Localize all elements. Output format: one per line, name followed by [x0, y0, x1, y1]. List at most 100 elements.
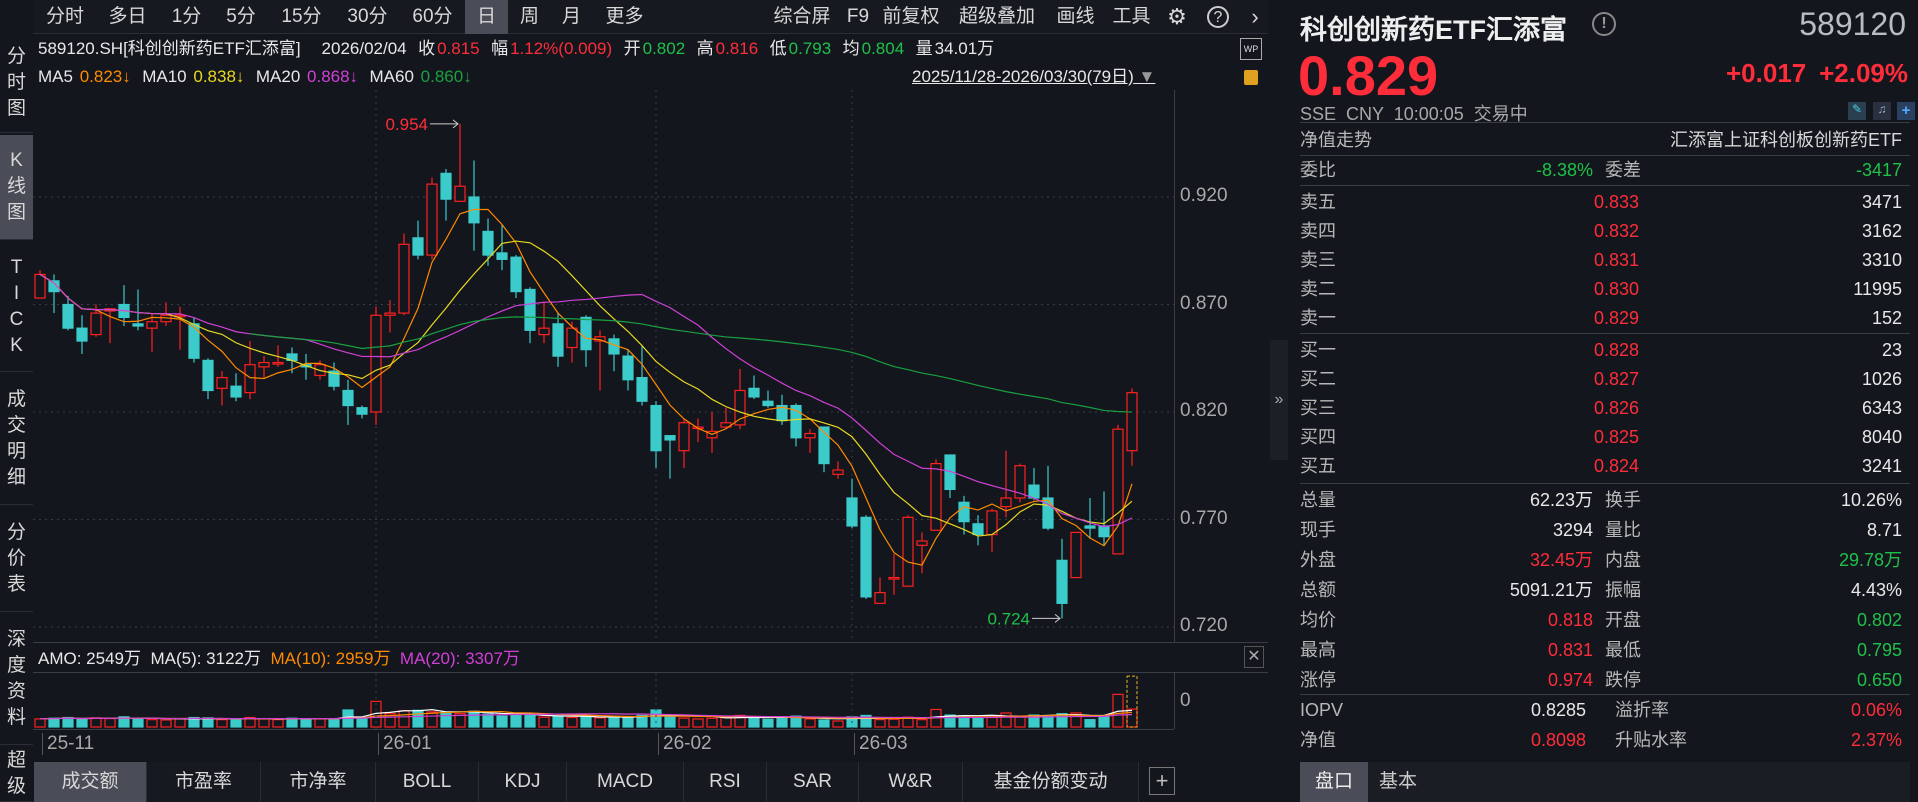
- indicator-tab-9[interactable]: 基金份额变动: [963, 762, 1139, 802]
- stat-value: 3294: [1552, 520, 1593, 540]
- level-price: 0.824: [1593, 456, 1639, 476]
- amount-bar: [328, 718, 340, 728]
- candle-body: [832, 469, 844, 475]
- bid-row[interactable]: 买五 0.824 3241: [1290, 452, 1918, 481]
- bid-row[interactable]: 买四 0.825 8040: [1290, 423, 1918, 452]
- gear-icon[interactable]: ⚙: [1159, 0, 1195, 34]
- period-6[interactable]: 60分: [400, 0, 465, 34]
- level-label: 买三: [1300, 398, 1336, 418]
- sidebar-tab-6[interactable]: 超级: [0, 747, 33, 802]
- sidebar-char: 分: [6, 521, 26, 543]
- candle-body: [1126, 392, 1138, 452]
- bell-icon[interactable]: ♫: [1873, 102, 1891, 120]
- sidebar-tab-5[interactable]: 深度资料: [0, 613, 33, 745]
- period-4[interactable]: 15分: [268, 0, 335, 34]
- indicator-tab-0[interactable]: 成交额: [34, 762, 147, 802]
- period-3[interactable]: 5分: [214, 0, 268, 34]
- wp-icon[interactable]: WP: [1240, 38, 1262, 60]
- sidebar-tab-1[interactable]: K线图: [0, 135, 33, 240]
- date-range-selector[interactable]: 2025/11/28-2026/03/30(79日) ▼: [912, 64, 1155, 90]
- ask-row[interactable]: 卖三 0.831 3310: [1290, 246, 1918, 275]
- date-tick-label: 26-02: [658, 733, 712, 755]
- candle-body: [636, 377, 648, 402]
- indicator-tab-6[interactable]: RSI: [684, 762, 767, 802]
- period-1[interactable]: 多日: [96, 0, 159, 34]
- ask-row[interactable]: 卖一 0.829 152: [1290, 304, 1918, 333]
- indicator-tab-1[interactable]: 市盈率: [147, 762, 261, 802]
- candle-body: [916, 540, 928, 546]
- close-indicator-button[interactable]: ✕: [1244, 646, 1264, 668]
- candle-body: [132, 323, 144, 327]
- tool-0[interactable]: 综合屏: [763, 0, 841, 34]
- period-8[interactable]: 周: [508, 0, 551, 34]
- add-watchlist-icon[interactable]: +: [1897, 102, 1915, 120]
- level-volume: 3310: [1861, 250, 1902, 270]
- info-icon[interactable]: !: [1592, 12, 1616, 36]
- bid-row[interactable]: 买三 0.826 6343: [1290, 394, 1918, 423]
- tab-pankou[interactable]: 盘口: [1300, 762, 1368, 802]
- period-9[interactable]: 月: [551, 0, 592, 34]
- sidebar-char: 深: [6, 628, 26, 650]
- indicator-tab-7[interactable]: SAR: [767, 762, 859, 802]
- ma5-label: MA5: [38, 67, 73, 86]
- sidebar-tab-2[interactable]: TICK: [0, 242, 33, 372]
- collapse-panel-handle[interactable]: »: [1270, 340, 1288, 460]
- indicator-tab-4[interactable]: KDJ: [479, 762, 567, 802]
- order-ratio-row: 委比 -8.38% 委差 -3417: [1290, 156, 1918, 185]
- period-10[interactable]: 更多: [592, 0, 657, 34]
- nav-trend-row[interactable]: 净值走势 汇添富上证科创板创新药ETF: [1290, 126, 1918, 155]
- book-divider: [1300, 333, 1910, 334]
- candle-body: [1028, 484, 1040, 499]
- min-price-label: 0.724: [987, 609, 1030, 628]
- indicator-tab-8[interactable]: W&R: [859, 762, 963, 802]
- candle-body: [902, 516, 914, 587]
- price-tick-label: 0.720: [1180, 615, 1228, 636]
- stat-label: 总量: [1300, 490, 1336, 510]
- period-0[interactable]: 分时: [34, 0, 96, 34]
- candle-body: [860, 516, 872, 598]
- lock-icon[interactable]: [1244, 70, 1258, 85]
- candle-body: [272, 361, 284, 365]
- amount-bar: [622, 716, 634, 728]
- add-indicator-button[interactable]: +: [1149, 767, 1175, 795]
- period-2[interactable]: 1分: [159, 0, 214, 34]
- date-tick-label: 25-11: [42, 733, 94, 755]
- tool-4[interactable]: 画线: [1047, 0, 1104, 34]
- tab-basic[interactable]: 基本: [1368, 762, 1428, 802]
- sidebar-tab-4[interactable]: 分价表: [0, 506, 33, 612]
- ask-row[interactable]: 卖二 0.830 11995: [1290, 275, 1918, 304]
- period-7[interactable]: 日: [465, 0, 508, 34]
- candle-body: [34, 273, 46, 299]
- amount-bar: [1126, 708, 1138, 728]
- amount-bar: [216, 719, 228, 728]
- bid-row[interactable]: 买一 0.828 23: [1290, 336, 1918, 365]
- amount-bar: [90, 717, 102, 728]
- tool-1[interactable]: F9: [841, 0, 875, 34]
- amount-bar: [510, 714, 522, 728]
- edit-icon[interactable]: ✎: [1848, 102, 1866, 120]
- tool-2[interactable]: 前复权: [875, 0, 947, 34]
- sidebar-char: 料: [6, 706, 26, 728]
- sidebar-tab-0[interactable]: 分时图: [0, 34, 33, 133]
- bid-row[interactable]: 买二 0.827 1026: [1290, 365, 1918, 394]
- indicator-tab-2[interactable]: 市净率: [261, 762, 376, 802]
- stat-label: 最高: [1300, 640, 1336, 660]
- stat-value: 0.974: [1547, 670, 1593, 690]
- period-5[interactable]: 30分: [335, 0, 400, 34]
- indicator-tab-5[interactable]: MACD: [567, 762, 684, 802]
- candle-body: [90, 312, 102, 336]
- quote-info-row: 589120.SH[科创创新药ETF汇添富] 2026/02/04 收 0.815…: [38, 34, 996, 64]
- stat-value: 29.78万: [1838, 550, 1902, 570]
- help-icon[interactable]: ?: [1207, 6, 1229, 28]
- candle-body: [524, 288, 536, 331]
- tool-5[interactable]: 工具: [1104, 0, 1159, 34]
- indicator-tab-3[interactable]: BOLL: [376, 762, 479, 802]
- amo-ma10: MA(10): 2959万: [270, 649, 391, 668]
- tool-3[interactable]: 超级叠加: [947, 0, 1047, 34]
- date-tick-label: 26-03: [854, 733, 908, 755]
- ask-row[interactable]: 卖四 0.832 3162: [1290, 217, 1918, 246]
- price-tick-label: 0.870: [1180, 292, 1228, 314]
- sidebar-tab-3[interactable]: 成交明细: [0, 374, 33, 505]
- chevron-right-icon[interactable]: ›: [1237, 0, 1273, 34]
- ask-row[interactable]: 卖五 0.833 3471: [1290, 188, 1918, 217]
